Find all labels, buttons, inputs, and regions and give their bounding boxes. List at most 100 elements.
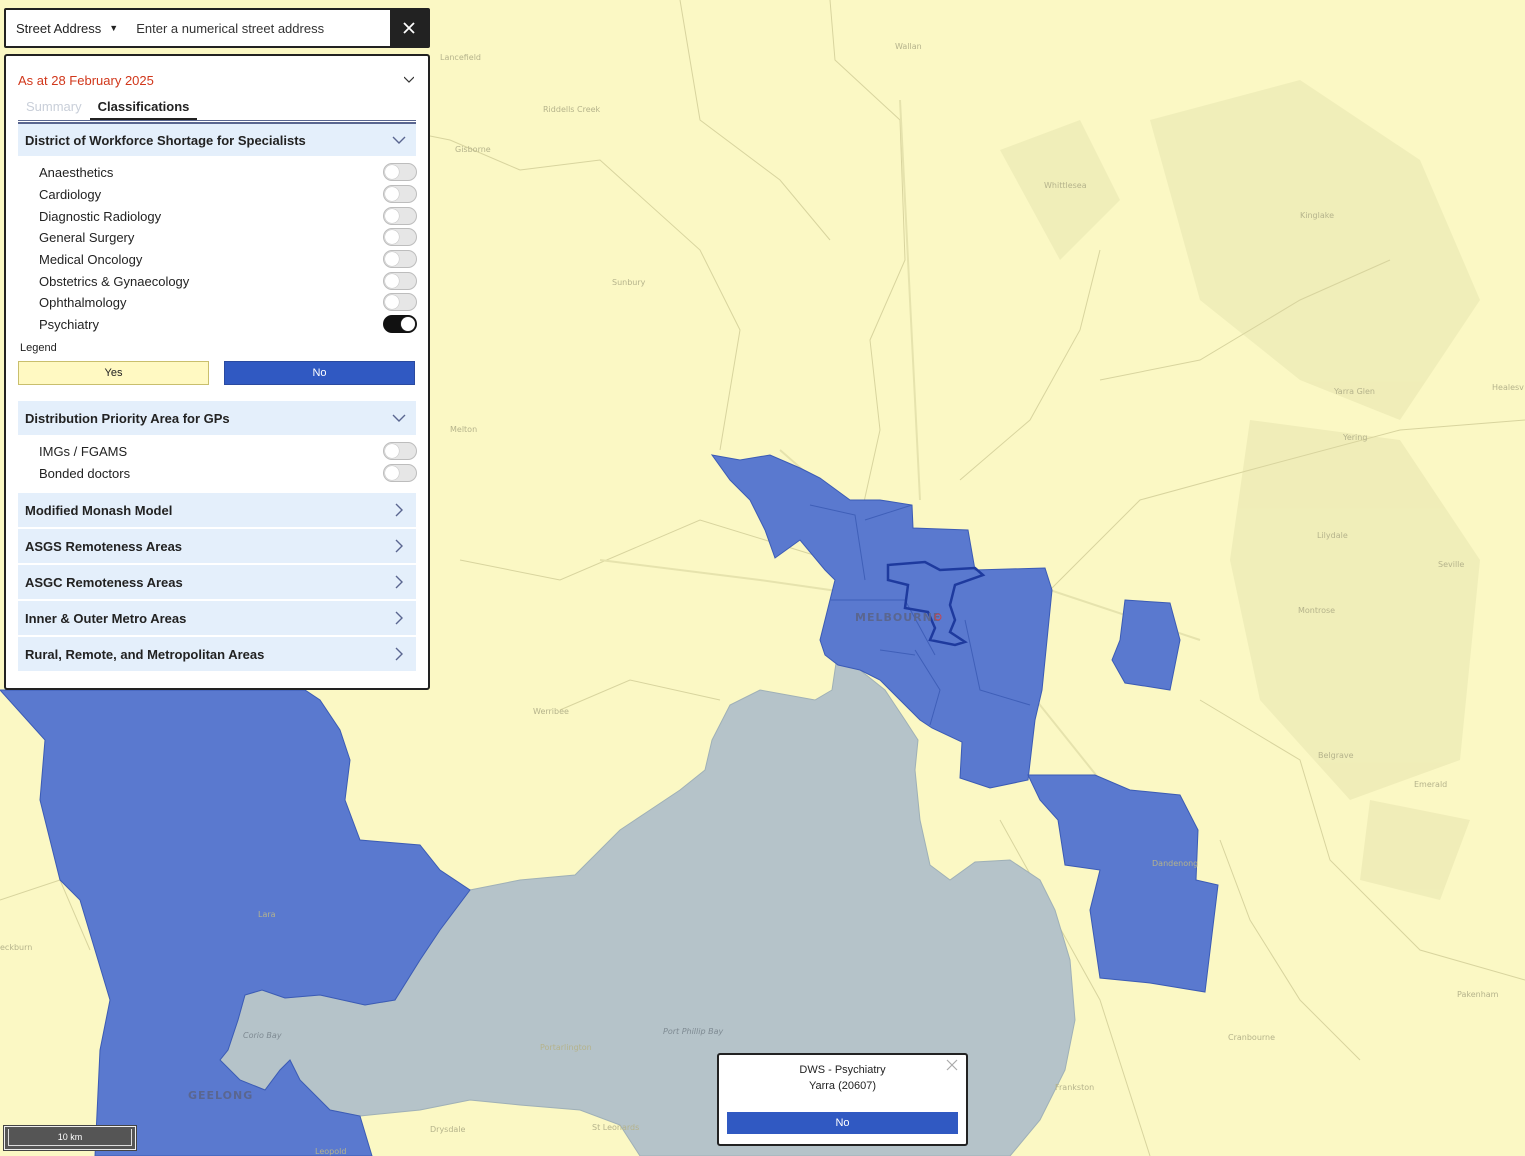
section-title: Inner & Outer Metro Areas — [25, 610, 187, 626]
toggle-row-imgs-fgams: IMGs / FGAMS — [39, 441, 417, 461]
label-gisborne: Gisborne — [455, 145, 491, 154]
toggle-label: IMGs / FGAMS — [39, 443, 128, 459]
search-type-dropdown[interactable]: Street Address ▼ — [6, 10, 128, 46]
tab-summary[interactable]: Summary — [18, 96, 90, 120]
chevron-right-icon — [395, 503, 403, 517]
toggle-switch-cardiology[interactable] — [383, 185, 417, 203]
address-search-input[interactable] — [128, 10, 390, 46]
toggle-label: Medical Oncology — [39, 251, 143, 267]
section-asgs-remoteness[interactable]: ASGS Remoteness Areas — [18, 529, 416, 563]
label-pakenham: Pakenham — [1457, 990, 1499, 999]
label-lilydale: Lilydale — [1317, 531, 1348, 540]
label-sunbury: Sunbury — [612, 278, 646, 287]
scale-bar: 10 km — [3, 1125, 137, 1151]
toggle-switch-anaesthetics[interactable] — [383, 163, 417, 181]
chevron-right-icon — [395, 539, 403, 553]
toggle-switch-general-surgery[interactable] — [383, 228, 417, 246]
label-whittlesea: Whittlesea — [1044, 181, 1087, 190]
label-wallan: Wallan — [895, 42, 922, 51]
panel-tabs: Summary Classifications — [18, 96, 416, 121]
toggle-row-diagnostic-radiology: Diagnostic Radiology — [39, 206, 417, 226]
map-info-popup: DWS - Psychiatry Yarra (20607) No — [717, 1053, 968, 1146]
toggle-switch-imgs-fgams[interactable] — [383, 442, 417, 460]
label-frankston: Frankston — [1055, 1083, 1094, 1092]
scale-label: 10 km — [57, 1132, 83, 1142]
tab-classifications[interactable]: Classifications — [89, 96, 198, 120]
as-at-date: As at 28 February 2025 — [18, 73, 154, 88]
toggle-row-bonded-doctors: Bonded doctors — [39, 463, 417, 483]
toggle-switch-ophthalmology[interactable] — [383, 293, 417, 311]
popup-area: Yarra (20607) — [808, 1080, 877, 1092]
label-corio-bay: Corio Bay — [243, 1031, 282, 1040]
toggle-switch-obstetrics-gynaecology[interactable] — [383, 272, 417, 290]
toggle-label: Ophthalmology — [39, 294, 127, 310]
chevron-down-icon — [392, 136, 406, 144]
section-dpa-title: Distribution Priority Area for GPs — [25, 410, 230, 426]
section-inner-outer-metro[interactable]: Inner & Outer Metro Areas — [18, 601, 416, 635]
label-drysdale: Drysdale — [430, 1125, 466, 1134]
label-bacchus: eckburn — [0, 943, 32, 952]
section-rural-remote-metro[interactable]: Rural, Remote, and Metropolitan Areas — [18, 637, 416, 671]
label-cranbourne: Cranbourne — [1228, 1033, 1275, 1042]
label-melton: Melton — [450, 425, 477, 434]
toggle-switch-bonded-doctors[interactable] — [383, 464, 417, 482]
section-title: Modified Monash Model — [25, 502, 173, 518]
legend-yes: Yes — [18, 361, 209, 385]
close-icon — [403, 22, 415, 34]
section-dws-header[interactable]: District of Workforce Shortage for Speci… — [18, 122, 416, 156]
label-yarra-glen: Yarra Glen — [1333, 387, 1375, 396]
section-title: ASGC Remoteness Areas — [25, 574, 183, 590]
label-kinglake: Kinglake — [1300, 211, 1334, 220]
section-asgc-remoteness[interactable]: ASGC Remoteness Areas — [18, 565, 416, 599]
label-portarlington: Portarlington — [540, 1043, 592, 1052]
toggle-switch-diagnostic-radiology[interactable] — [383, 207, 417, 225]
label-healesville: Healesv — [1492, 383, 1524, 392]
toggle-label: Bonded doctors — [39, 465, 131, 481]
clear-search-button[interactable] — [390, 10, 428, 46]
toggle-row-medical-oncology: Medical Oncology — [39, 249, 417, 269]
label-montrose: Montrose — [1298, 606, 1335, 615]
label-dandenong: Dandenong — [1152, 859, 1198, 868]
section-dpa-header[interactable]: Distribution Priority Area for GPs — [18, 401, 416, 435]
toggle-row-anaesthetics: Anaesthetics — [39, 162, 417, 182]
label-yering: Yering — [1342, 433, 1367, 442]
chevron-down-icon[interactable] — [404, 74, 414, 84]
toggle-row-cardiology: Cardiology — [39, 184, 417, 204]
label-riddells-creek: Riddells Creek — [543, 105, 601, 114]
label-belgrave: Belgrave — [1318, 751, 1354, 760]
legend-no: No — [224, 361, 415, 385]
toggle-row-ophthalmology: Ophthalmology — [39, 292, 417, 312]
section-dws-title: District of Workforce Shortage for Speci… — [25, 132, 306, 148]
search-type-label: Street Address — [16, 20, 102, 36]
toggle-label: Diagnostic Radiology — [39, 208, 162, 224]
label-lara: Lara — [258, 910, 276, 919]
chevron-right-icon — [395, 647, 403, 661]
toggle-label: Psychiatry — [39, 316, 99, 332]
label-seville: Seville — [1438, 560, 1464, 569]
toggle-switch-psychiatry[interactable] — [383, 315, 417, 333]
label-geelong: GEELONG — [188, 1089, 253, 1102]
chevron-down-icon — [392, 414, 406, 422]
section-title: ASGS Remoteness Areas — [25, 538, 183, 554]
label-melbourne: MELBOURNE — [855, 611, 941, 624]
label-st-leonards: St Leonards — [592, 1123, 639, 1132]
section-modified-monash-model[interactable]: Modified Monash Model — [18, 493, 416, 527]
popup-title: DWS - Psychiatry — [799, 1064, 886, 1076]
chevron-right-icon — [395, 611, 403, 625]
label-port-phillip-bay: Port Phillip Bay — [663, 1027, 723, 1036]
label-emerald: Emerald — [1414, 780, 1447, 789]
toggle-label: Cardiology — [39, 186, 102, 202]
toggle-label: General Surgery — [39, 229, 135, 245]
label-leopold: Leopold — [315, 1147, 346, 1156]
section-title: Rural, Remote, and Metropolitan Areas — [25, 646, 265, 662]
chevron-right-icon — [395, 575, 403, 589]
toggle-switch-medical-oncology[interactable] — [383, 250, 417, 268]
close-icon[interactable] — [946, 1059, 958, 1071]
toggle-label: Anaesthetics — [39, 164, 114, 180]
toggle-row-general-surgery: General Surgery — [39, 227, 417, 247]
toggle-row-psychiatry: Psychiatry — [39, 314, 417, 334]
popup-value-badge: No — [727, 1112, 958, 1134]
label-lancefield: Lancefield — [440, 53, 481, 62]
address-search-bar: Street Address ▼ — [4, 8, 430, 48]
toggle-label: Obstetrics & Gynaecology — [39, 273, 190, 289]
